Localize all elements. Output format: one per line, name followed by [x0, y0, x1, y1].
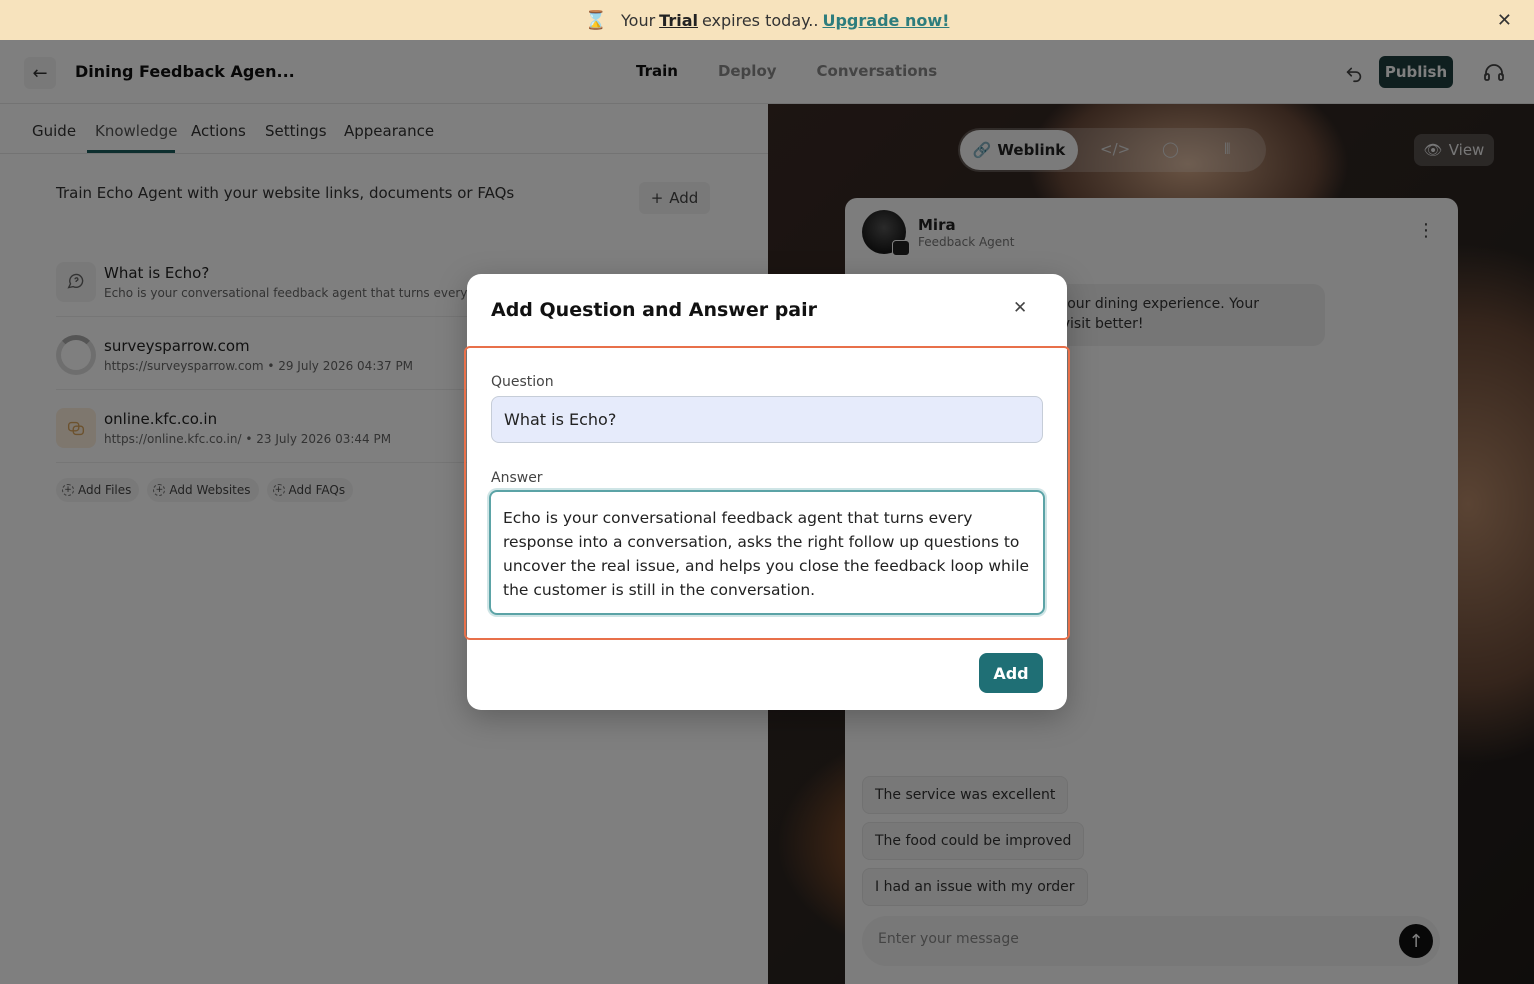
banner-prefix: Your	[621, 10, 656, 30]
modal-title: Add Question and Answer pair	[491, 299, 818, 321]
banner-middle: expires today..	[701, 10, 819, 30]
close-icon[interactable]: ✕	[1497, 10, 1512, 31]
question-label: Question	[491, 374, 554, 390]
banner-trial: Trial	[659, 10, 698, 30]
trial-banner: ⌛ Your Trial expires today.. Upgrade now…	[0, 0, 1534, 40]
question-input[interactable]: What is Echo?	[491, 396, 1043, 443]
add-qa-modal: Add Question and Answer pair ✕ Question …	[464, 274, 1070, 710]
upgrade-link[interactable]: Upgrade now!	[822, 11, 949, 30]
hourglass-icon: ⌛	[584, 9, 607, 31]
add-button[interactable]: Add	[979, 653, 1043, 693]
close-icon[interactable]: ✕	[1013, 300, 1027, 317]
answer-label: Answer	[491, 470, 543, 486]
answer-textarea[interactable]: Echo is your conversational feedback age…	[489, 490, 1045, 615]
